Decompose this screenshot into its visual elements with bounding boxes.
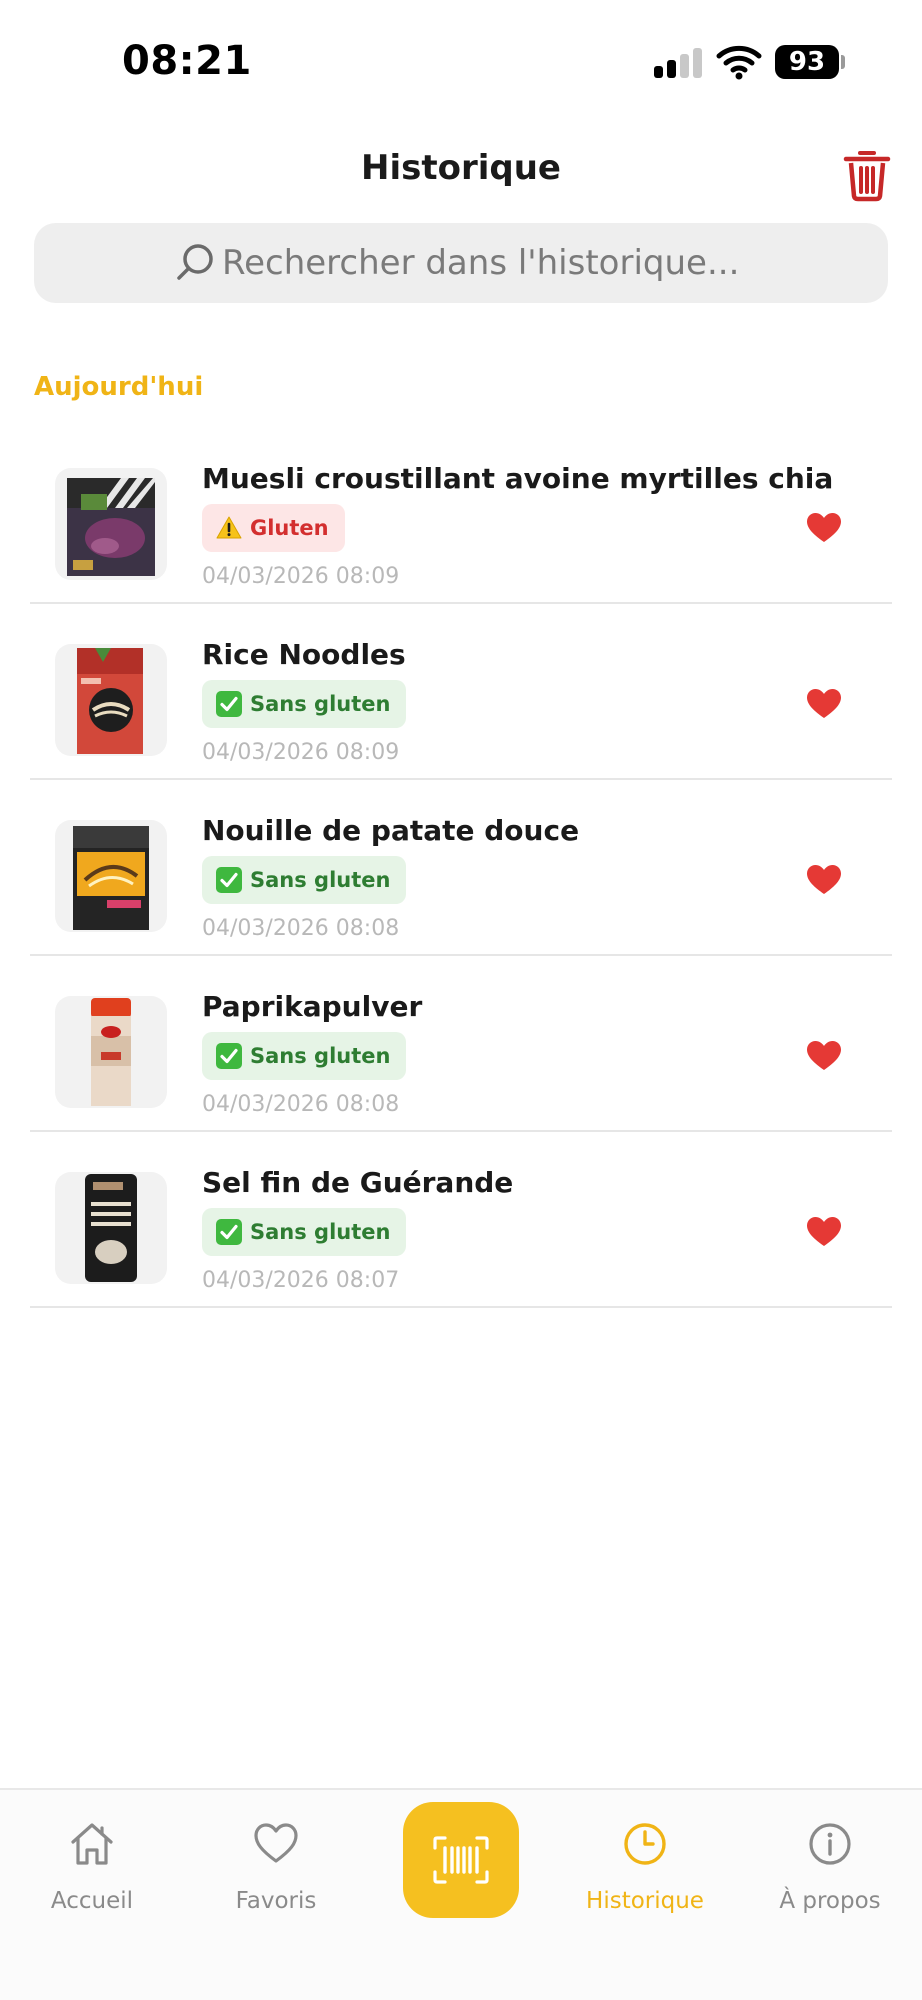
check-icon xyxy=(216,691,242,717)
history-item[interactable]: Sel fin de Guérande Sans gluten 04/03/20… xyxy=(30,1132,892,1308)
product-name: Rice Noodles xyxy=(202,638,406,671)
favorite-heart-icon[interactable] xyxy=(806,864,842,896)
wifi-icon xyxy=(716,45,762,80)
status-time: 08:21 xyxy=(122,38,252,84)
product-name: Paprikapulver xyxy=(202,990,423,1023)
scan-date: 04/03/2026 08:09 xyxy=(202,740,400,765)
trash-icon[interactable] xyxy=(842,148,892,202)
history-item[interactable]: Muesli croustillant avoine myrtilles chi… xyxy=(30,428,892,604)
status-bar: 08:21 93 xyxy=(0,0,922,120)
tab-label: Accueil xyxy=(50,1888,134,1914)
gluten-status-badge: Sans gluten xyxy=(202,1032,407,1080)
heart-outline-icon xyxy=(254,1823,298,1863)
scan-date: 04/03/2026 08:09 xyxy=(202,564,400,589)
tab-historique[interactable]: Historique xyxy=(553,1790,737,1950)
scan-date: 04/03/2026 08:08 xyxy=(202,916,400,941)
product-thumbnail xyxy=(55,644,167,756)
barcode-scan-icon xyxy=(433,1836,489,1884)
scan-button[interactable] xyxy=(403,1802,519,1918)
gluten-status-badge: Gluten xyxy=(202,504,345,552)
search-icon xyxy=(177,244,213,280)
favorite-heart-icon[interactable] xyxy=(806,1216,842,1248)
gluten-status-badge: Sans gluten xyxy=(202,856,407,904)
check-icon xyxy=(216,867,242,893)
tab-accueil[interactable]: Accueil xyxy=(0,1790,184,1950)
scan-date: 04/03/2026 08:07 xyxy=(202,1268,400,1293)
favorite-heart-icon[interactable] xyxy=(806,688,842,720)
product-name: Sel fin de Guérande xyxy=(202,1166,514,1199)
product-thumbnail xyxy=(55,1172,167,1284)
search-input[interactable] xyxy=(222,223,822,303)
product-thumbnail xyxy=(55,820,167,932)
tab-label: À propos xyxy=(779,1888,881,1914)
section-header-today: Aujourd'hui xyxy=(34,372,204,402)
favorite-heart-icon[interactable] xyxy=(806,512,842,544)
search-bar[interactable] xyxy=(34,223,888,303)
clock-icon xyxy=(624,1823,666,1865)
history-item[interactable]: Rice Noodles Sans gluten 04/03/2026 08:0… xyxy=(30,604,892,780)
tab-a-propos[interactable]: À propos xyxy=(738,1790,922,1950)
tab-bar: Accueil Favoris Historique À propos xyxy=(0,1788,922,2000)
battery-tip xyxy=(841,55,845,69)
check-icon xyxy=(216,1043,242,1069)
product-thumbnail xyxy=(55,468,167,580)
product-name: Nouille de patate douce xyxy=(202,814,580,847)
gluten-status-badge: Sans gluten xyxy=(202,680,407,728)
product-name: Muesli croustillant avoine myrtilles chi… xyxy=(202,462,834,495)
warning-icon xyxy=(216,516,242,539)
info-icon xyxy=(809,1823,851,1865)
tab-favoris[interactable]: Favoris xyxy=(184,1790,368,1950)
favorite-heart-icon[interactable] xyxy=(806,1040,842,1072)
badge-label: Sans gluten xyxy=(250,1044,391,1068)
page-title: Historique xyxy=(361,148,561,188)
scan-date: 04/03/2026 08:08 xyxy=(202,1092,400,1117)
tab-label: Historique xyxy=(586,1888,704,1914)
history-item[interactable]: Nouille de patate douce Sans gluten 04/0… xyxy=(30,780,892,956)
badge-label: Sans gluten xyxy=(250,1220,391,1244)
badge-label: Sans gluten xyxy=(250,692,391,716)
battery-indicator: 93 xyxy=(775,45,839,79)
home-icon xyxy=(71,1823,113,1865)
signal-icon xyxy=(654,48,704,78)
badge-label: Gluten xyxy=(250,516,329,540)
gluten-status-badge: Sans gluten xyxy=(202,1208,407,1256)
history-item[interactable]: Paprikapulver Sans gluten 04/03/2026 08:… xyxy=(30,956,892,1132)
history-screen: 08:21 93 Historique Aujourd'hui xyxy=(0,0,922,2000)
badge-label: Sans gluten xyxy=(250,868,391,892)
history-list: Muesli croustillant avoine myrtilles chi… xyxy=(30,428,892,1308)
check-icon xyxy=(216,1219,242,1245)
product-thumbnail xyxy=(55,996,167,1108)
tab-label: Favoris xyxy=(235,1888,317,1914)
